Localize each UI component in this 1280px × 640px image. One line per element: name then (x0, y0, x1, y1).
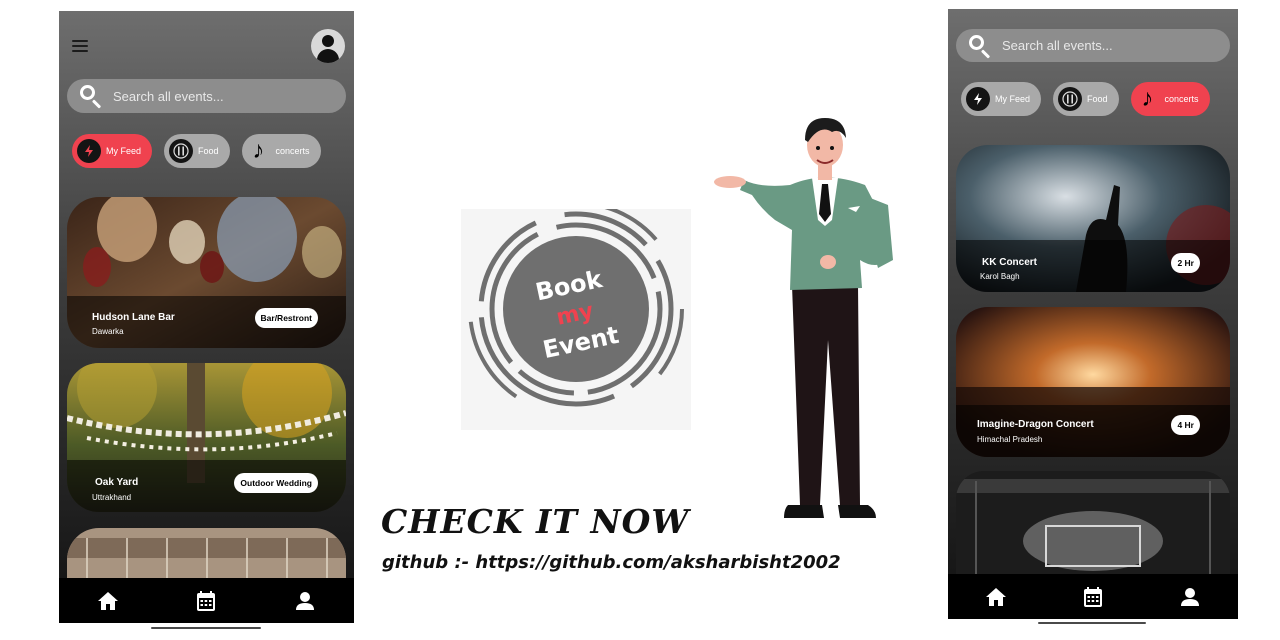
card-title: Imagine-Dragon Concert (977, 419, 1094, 430)
chip-label: Food (198, 146, 219, 156)
card-location: Himachal Pradesh (977, 435, 1043, 444)
calendar-icon[interactable] (1078, 582, 1108, 612)
chip-my-feed[interactable]: My Feed (961, 82, 1042, 116)
chip-label: My Feed (106, 146, 142, 156)
right-home-indicator (1038, 622, 1146, 624)
left-search-input[interactable] (113, 88, 313, 104)
chip-my-feed[interactable]: My Feed (72, 134, 153, 168)
chip-food[interactable]: Food (1053, 82, 1119, 116)
card-title: Hudson Lane Bar (92, 312, 175, 323)
event-card-kk-concert[interactable]: KK Concert Karol Bagh 2 Hr (956, 145, 1230, 292)
right-bottom-nav (948, 574, 1238, 619)
lightning-icon (966, 87, 990, 111)
chip-concerts[interactable]: ♪ concerts (1130, 82, 1210, 116)
chip-food[interactable]: Food (164, 134, 230, 168)
home-icon[interactable] (981, 582, 1011, 612)
music-note-icon: ♪ (1141, 85, 1154, 112)
chip-label: My Feed (995, 94, 1031, 104)
card-tag: Outdoor Wedding (234, 473, 318, 493)
promo-headline: CHECK IT NOW (381, 502, 690, 541)
event-card-oak-yard[interactable]: Oak Yard Uttrakhand Outdoor Wedding (67, 363, 346, 512)
event-card-imagine-dragon[interactable]: Imagine-Dragon Concert Himachal Pradesh … (956, 307, 1230, 457)
left-home-indicator (151, 627, 261, 629)
chip-label: concerts (275, 146, 310, 156)
promo-canvas: My Feed Food ♪ concerts (0, 0, 1280, 640)
calendar-icon[interactable] (191, 586, 221, 616)
lightning-icon (77, 139, 101, 163)
github-link[interactable]: github :- https://github.com/aksharbisht… (382, 552, 841, 573)
cutlery-icon (169, 139, 194, 163)
left-category-chips: My Feed Food ♪ concerts (72, 134, 333, 168)
chip-label: concerts (1164, 94, 1199, 104)
music-note-icon: ♪ (252, 137, 265, 164)
chip-label: Food (1087, 94, 1108, 104)
card-title: Oak Yard (95, 477, 139, 488)
card-tag: 4 Hr (1171, 415, 1200, 435)
arena-photo (956, 471, 1230, 581)
left-phone-screen: My Feed Food ♪ concerts (59, 11, 354, 623)
event-card-partial[interactable] (956, 471, 1230, 581)
presenter-illustration (714, 118, 893, 518)
chip-concerts[interactable]: ♪ concerts (241, 134, 321, 168)
card-location: Dawarka (92, 327, 124, 336)
profile-icon[interactable] (1175, 582, 1205, 612)
profile-avatar-icon[interactable] (311, 29, 345, 63)
left-bottom-nav (59, 578, 354, 623)
right-search-input[interactable] (1002, 38, 1202, 53)
card-tag: Bar/Restront (254, 308, 318, 328)
right-search-bar[interactable] (956, 29, 1230, 62)
card-title: KK Concert (982, 257, 1038, 268)
card-location: Uttrakhand (92, 493, 132, 502)
hamburger-menu-icon[interactable] (72, 40, 88, 52)
book-my-event-logo: Book my Event (461, 209, 691, 430)
card-tag: 2 Hr (1171, 253, 1200, 273)
cutlery-icon (1058, 87, 1083, 111)
card-location: Karol Bagh (980, 272, 1020, 281)
logo-text-group: Book my Event (441, 188, 712, 452)
home-icon[interactable] (93, 586, 123, 616)
search-icon (968, 34, 992, 59)
left-app-bar (59, 11, 354, 75)
right-phone-screen: My Feed Food ♪ concerts KK Concer (948, 9, 1238, 619)
left-search-bar[interactable] (67, 79, 346, 113)
event-card-hudson-lane-bar[interactable]: Hudson Lane Bar Dawarka Bar/Restront (67, 197, 346, 348)
right-category-chips: My Feed Food ♪ concerts (961, 82, 1222, 116)
profile-icon[interactable] (290, 586, 320, 616)
search-icon (79, 84, 103, 109)
